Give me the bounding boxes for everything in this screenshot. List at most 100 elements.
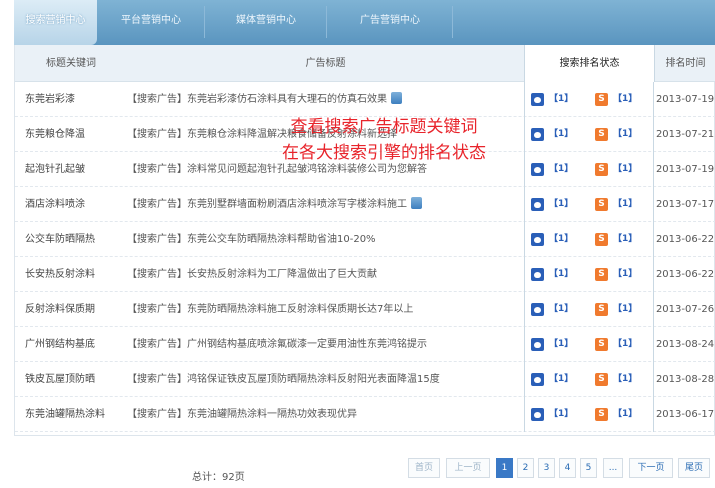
ad-title-cell[interactable]: 【搜索广告】东莞防晒隔热涂料施工反射涂料保质期长达7年以上 [127,292,532,327]
baidu-rank: 【1】 [549,234,574,244]
keyword-cell[interactable]: 东莞岩彩漆 [25,82,125,117]
sogou-s-icon[interactable] [595,198,608,211]
keyword-cell[interactable]: 广州钢结构基底 [25,327,125,362]
tab-search-marketing[interactable]: 搜索营销中心 [14,0,97,45]
page-1-button[interactable]: 1 [496,458,513,478]
tab-ad-marketing[interactable]: 广告营销中心 [327,0,453,45]
rank-status-cell: 【1】 【1】 [524,187,654,222]
baidu-paw-icon[interactable] [531,268,544,281]
page-5-button[interactable]: 5 [580,458,597,478]
ad-title-cell[interactable]: 【搜索广告】鸿铭保证铁皮瓦屋顶防晒隔热涂料反射阳光表面降温15度 [127,362,532,397]
header-ad-title: 广告标题 [305,58,346,69]
rank-status-cell: 【1】 【1】 [524,257,654,292]
sogou-rank: 【1】 [613,129,638,139]
keyword-cell[interactable]: 酒店涂料喷涂 [25,187,125,222]
sogou-s-icon[interactable] [595,163,608,176]
tab-platform-marketing[interactable]: 平台营销中心 [97,0,205,45]
ad-title-cell[interactable]: 【搜索广告】东莞油罐隔热涂料一隔热功效表现优异 [127,397,532,432]
rank-date-cell: 2013-07-17 [655,199,715,210]
next-page-button[interactable]: 下一页 [629,458,673,478]
baidu-paw-icon[interactable] [531,408,544,421]
table-row: 铁皮瓦屋顶防晒 【搜索广告】鸿铭保证铁皮瓦屋顶防晒隔热涂料反射阳光表面降温15度 【… [15,362,715,397]
baidu-rank: 【1】 [549,374,574,384]
rank-date-cell: 2013-08-28 [655,374,715,385]
ad-title-link[interactable]: 【搜索广告】鸿铭保证铁皮瓦屋顶防晒隔热涂料反射阳光表面降温15度 [127,374,440,385]
baidu-rank: 【1】 [549,199,574,209]
document-icon [391,92,402,104]
ad-title-link[interactable]: 【搜索广告】广州钢结构基底喷涂氟碳漆一定要用油性东莞鸿铭提示 [127,339,427,350]
ad-title-link[interactable]: 【搜索广告】东莞油罐隔热涂料一隔热功效表现优异 [127,409,357,420]
tab-divider [452,6,453,38]
keyword-cell[interactable]: 长安热反射涂料 [25,257,125,292]
rank-date-cell: 2013-07-21 [655,129,715,140]
keyword-cell[interactable]: 反射涂料保质期 [25,292,125,327]
baidu-rank: 【1】 [549,304,574,314]
sogou-s-icon[interactable] [595,338,608,351]
rank-date-cell: 2013-06-22 [655,269,715,280]
keyword-cell[interactable]: 公交车防晒隔热 [25,222,125,257]
ad-title-cell[interactable]: 【搜索广告】长安热反射涂料为工厂降温做出了巨大贡献 [127,257,532,292]
rank-status-cell: 【1】 【1】 [524,82,654,117]
baidu-paw-icon[interactable] [531,338,544,351]
baidu-rank: 【1】 [549,129,574,139]
header-rank-date: 排名时间 [665,58,706,69]
table-header: 标题关键词 广告标题 搜索排名状态 排名时间 [15,45,715,82]
rank-date-cell: 2013-08-24 [655,339,715,350]
sogou-rank: 【1】 [613,199,638,209]
sogou-s-icon[interactable] [595,408,608,421]
baidu-rank: 【1】 [549,164,574,174]
total-pages: 总计：92页 [192,472,245,483]
baidu-paw-icon[interactable] [531,198,544,211]
baidu-paw-icon[interactable] [531,233,544,246]
header-rank-status: 搜索排名状态 [524,45,655,82]
rank-status-cell: 【1】 【1】 [524,327,654,362]
sogou-s-icon[interactable] [595,128,608,141]
baidu-rank: 【1】 [549,94,574,104]
sogou-s-icon[interactable] [595,93,608,106]
prev-page-button[interactable]: 上一页 [446,458,490,478]
keyword-cell[interactable]: 东莞粮仓降温 [25,117,125,152]
table-row: 公交车防晒隔热【搜索广告】东莞公交车防晒隔热涂料帮助省油10-20% 【1】【1】… [15,222,715,257]
sogou-rank: 【1】 [613,164,638,174]
annotation-line-1: 查看搜索广告标题关键词 [290,117,478,137]
ad-title-link[interactable]: 【搜索广告】东莞岩彩漆仿石涂料具有大理石的仿真石效果 [127,94,387,105]
keyword-cell[interactable]: 起泡针孔起皱 [25,152,125,187]
table-row: 反射涂料保质期【搜索广告】东莞防晒隔热涂料施工反射涂料保质期长达7年以上【1】【… [15,292,715,327]
rank-date-cell: 2013-06-22 [655,234,715,245]
baidu-rank: 【1】 [549,409,574,419]
page-4-button[interactable]: 4 [559,458,576,478]
rank-date-cell: 2013-07-19 [655,164,715,175]
annotation-overlay: 查看搜索广告标题关键词 在各大搜索引擎的排名状态 [224,114,544,166]
sogou-rank: 【1】 [613,409,638,419]
sogou-s-icon[interactable] [595,373,608,386]
baidu-paw-icon[interactable] [531,93,544,106]
baidu-rank: 【1】 [549,339,574,349]
ad-title-cell[interactable]: 【搜索广告】东莞公交车防晒隔热涂料帮助省油10-20% [127,222,532,257]
tab-media-marketing[interactable]: 媒体营销中心 [205,0,327,45]
ad-title-link[interactable]: 【搜索广告】东莞防晒隔热涂料施工反射涂料保质期长达7年以上 [127,304,413,315]
ad-title-link[interactable]: 【搜索广告】东莞别墅群墙面粉刷酒店涂料喷涂写字楼涂料施工 [127,199,407,210]
keyword-cell[interactable]: 东莞油罐隔热涂料 [25,397,125,432]
ad-title-cell[interactable]: 【搜索广告】东莞岩彩漆仿石涂料具有大理石的仿真石效果 [127,82,532,117]
sogou-s-icon[interactable] [595,303,608,316]
page-3-button[interactable]: 3 [538,458,555,478]
baidu-paw-icon[interactable] [531,373,544,386]
last-page-button[interactable]: 尾页 [678,458,710,478]
keyword-cell[interactable]: 铁皮瓦屋顶防晒 [25,362,125,397]
ad-title-cell[interactable]: 【搜索广告】广州钢结构基底喷涂氟碳漆一定要用油性东莞鸿铭提示 [127,327,532,362]
sogou-s-icon[interactable] [595,268,608,281]
first-page-button[interactable]: 首页 [408,458,440,478]
sogou-s-icon[interactable] [595,233,608,246]
page-2-button[interactable]: 2 [517,458,534,478]
document-icon [411,197,422,209]
ad-title-link[interactable]: 【搜索广告】长安热反射涂料为工厂降温做出了巨大贡献 [127,269,377,280]
ad-title-cell[interactable]: 【搜索广告】东莞别墅群墙面粉刷酒店涂料喷涂写字楼涂料施工 [127,187,532,222]
table-row: 长安热反射涂料【搜索广告】长安热反射涂料为工厂降温做出了巨大贡献 【1】 【1】 20… [15,257,715,292]
ad-title-link[interactable]: 【搜索广告】东莞公交车防晒隔热涂料帮助省油10-20% [127,234,376,245]
rank-date-cell: 2013-07-26 [655,304,715,315]
annotation-line-2: 在各大搜索引擎的排名状态 [282,143,486,163]
rank-status-cell: 【1】 【1】 [524,397,654,432]
baidu-paw-icon[interactable] [531,303,544,316]
sogou-rank: 【1】 [613,94,638,104]
rank-status-cell: 【1】 【1】 [524,222,654,257]
